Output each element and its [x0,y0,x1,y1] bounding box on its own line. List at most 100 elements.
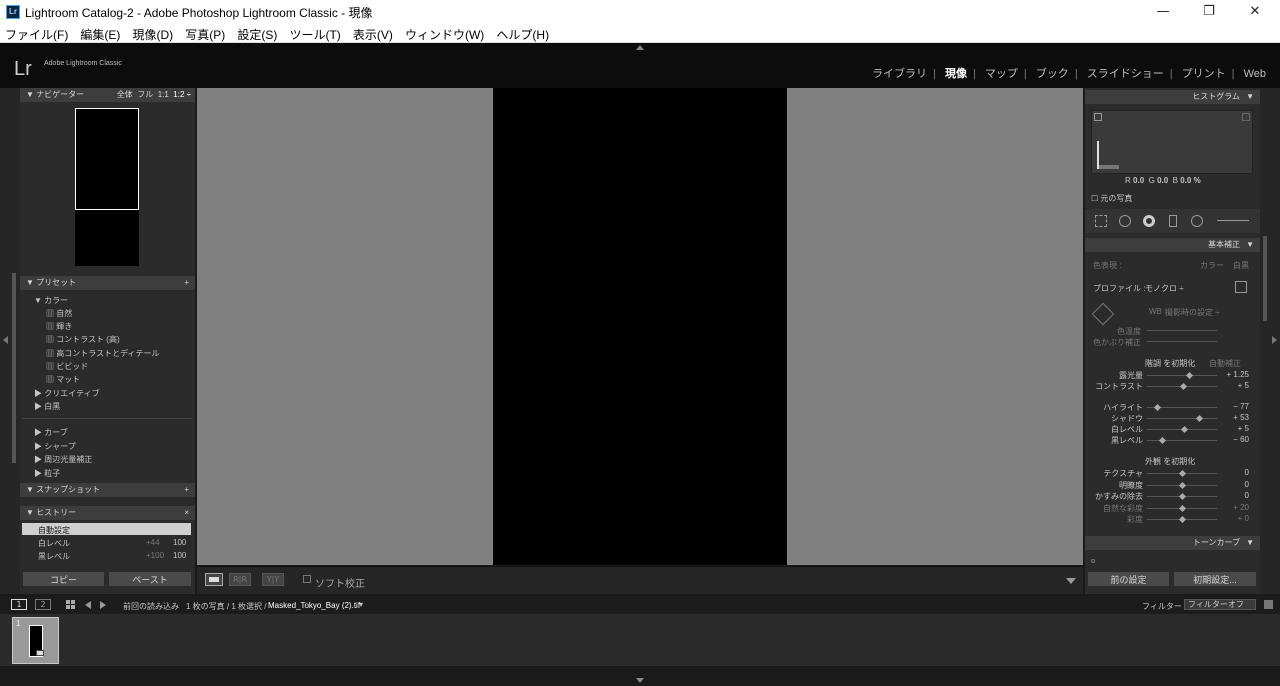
collapse-bottom-arrow-icon[interactable] [636,678,644,683]
toolbar-menu-arrow-icon[interactable] [1066,578,1076,584]
preset-group-creative[interactable]: ▶ クリエイティブ [34,388,100,399]
close-button[interactable]: ✕ [1232,2,1278,22]
navigator-header[interactable]: ▼ ナビゲーター 全体 フル 1:1 1:2 ÷ [20,88,195,102]
slider-value[interactable]: 0 [1221,468,1249,477]
auto-tone-button[interactable]: 自動補正 [1209,358,1241,369]
preset-group-vignette[interactable]: ▶ 周辺光量補正 [34,454,92,465]
slider-knob[interactable] [1178,515,1187,524]
filmstrip-thumbnail[interactable]: 1 [12,617,59,664]
module-web[interactable]: Web [1244,68,1266,80]
navigator-view-box[interactable] [75,108,139,210]
history-item[interactable]: 自動設定 [38,525,70,536]
preset-group-sharpen[interactable]: ▶ シャープ [34,441,76,452]
graduated-filter-icon[interactable] [1169,215,1177,227]
copy-button[interactable]: コピー [22,571,105,587]
before-after-icon[interactable]: R|R [229,573,251,586]
filter-select[interactable]: フィルターオフ [1184,599,1256,610]
temp-slider[interactable] [1147,330,1217,331]
minimize-button[interactable]: — [1140,2,1186,22]
module-print[interactable]: プリント [1182,68,1226,80]
navigator-preview[interactable] [75,108,139,266]
slider-knob[interactable] [1180,425,1189,434]
preset-group-bw[interactable]: ▶ 白黒 [34,401,60,412]
history-item[interactable]: 黒レベル [38,551,70,562]
photo-preview[interactable] [493,88,787,565]
collapse-left-arrow-icon[interactable] [3,336,8,344]
slider-value[interactable]: + 20 [1221,503,1249,512]
grid-view-icon[interactable] [66,600,76,609]
crop-icon[interactable] [1095,215,1107,227]
reset-button[interactable]: 初期設定... [1173,571,1257,587]
preset-item[interactable]: ▥ ビビッド [46,361,88,372]
presets-header[interactable]: ▼ プリセット + [20,276,195,290]
slider-knob[interactable] [1178,481,1187,489]
module-develop[interactable]: 現像 [945,68,967,80]
slider-value[interactable]: + 0 [1221,514,1249,523]
left-scrollbar[interactable] [12,273,16,463]
add-preset-icon[interactable]: + [184,276,189,290]
preset-item[interactable]: ▥ コントラスト (高) [46,334,120,345]
slider-value[interactable]: + 5 [1221,381,1249,390]
module-map[interactable]: マップ [985,68,1018,80]
treatment-bw[interactable]: 白黒 [1233,260,1249,271]
image-canvas[interactable] [197,88,1083,565]
loupe-view-icon[interactable] [205,573,223,586]
wb-eyedropper-icon[interactable] [1091,302,1115,326]
module-slideshow[interactable]: スライドショー [1087,68,1164,80]
preset-item[interactable]: ▥ 輝き [46,321,72,332]
slider-knob[interactable] [1180,382,1188,391]
zoom-1-1[interactable]: 1:1 [158,90,169,99]
slider-track[interactable] [1147,418,1217,419]
previous-settings-button[interactable]: 前の設定 [1087,571,1170,587]
treatment-color[interactable]: カラー [1200,260,1224,271]
snapshots-header[interactable]: ▼ スナップショット + [20,483,195,497]
red-eye-icon[interactable] [1143,215,1155,227]
slider-value[interactable]: − 60 [1221,435,1249,444]
zoom-fit[interactable]: 全体 [117,90,133,99]
slider-value[interactable]: + 53 [1221,413,1249,422]
slider-knob[interactable] [1178,469,1187,478]
slider-knob[interactable] [1178,504,1187,512]
slider-knob[interactable] [1185,371,1193,380]
slider-value[interactable]: + 1.25 [1221,370,1249,379]
tone-curve-header[interactable]: トーンカーブ ▼ [1085,536,1260,550]
preset-group-grain[interactable]: ▶ 粒子 [34,468,60,479]
secondary-window-button[interactable]: 2 [35,599,51,610]
slider-track[interactable] [1147,375,1217,376]
preset-item[interactable]: ▥ マット [46,374,80,385]
tint-slider[interactable] [1147,341,1217,342]
history-header[interactable]: ▼ ヒストリー × [20,506,195,520]
slider-knob[interactable] [1196,414,1204,423]
slider-value[interactable]: + 5 [1221,424,1249,433]
zoom-1-2[interactable]: 1:2 ÷ [173,90,191,99]
preset-item[interactable]: ▥ 自然 [46,308,72,319]
preset-group-color[interactable]: ▼ カラー [34,295,68,306]
preset-group-curve[interactable]: ▶ カーブ [34,427,68,438]
histogram-graph[interactable] [1091,110,1253,174]
histogram-header[interactable]: ヒストグラム ▼ [1085,90,1260,104]
collapse-right-arrow-icon[interactable] [1272,336,1277,344]
profile-select[interactable]: モノクロ ÷ [1145,283,1184,294]
add-snapshot-icon[interactable]: + [184,483,189,497]
radial-filter-icon[interactable] [1191,215,1203,227]
before-after-split-icon[interactable]: Y|Y [262,573,284,586]
slider-knob[interactable] [1159,436,1167,445]
adjustment-brush-icon[interactable] [1217,220,1249,221]
soft-proof-checkbox[interactable] [303,575,311,583]
slider-value[interactable]: 0 [1221,491,1249,500]
slider-knob[interactable] [1178,492,1187,501]
clear-history-icon[interactable]: × [184,506,189,520]
back-arrow-icon[interactable] [85,601,91,609]
primary-window-button[interactable]: 1 [11,599,27,610]
profile-browser-icon[interactable] [1235,281,1247,293]
wb-select[interactable]: 撮影時の設定 ÷ [1165,307,1220,318]
maximize-button[interactable]: ❐ [1186,2,1232,22]
spot-removal-icon[interactable] [1119,215,1131,227]
original-photo-toggle[interactable]: ☐ 元の写真 [1091,193,1132,204]
slider-value[interactable]: − 77 [1221,402,1249,411]
slider-value[interactable]: 0 [1221,480,1249,489]
paste-button[interactable]: ペースト [108,571,192,587]
module-book[interactable]: ブック [1036,68,1069,80]
forward-arrow-icon[interactable] [100,601,106,609]
presence-reset[interactable]: 外観 を初期化 [1145,456,1195,467]
